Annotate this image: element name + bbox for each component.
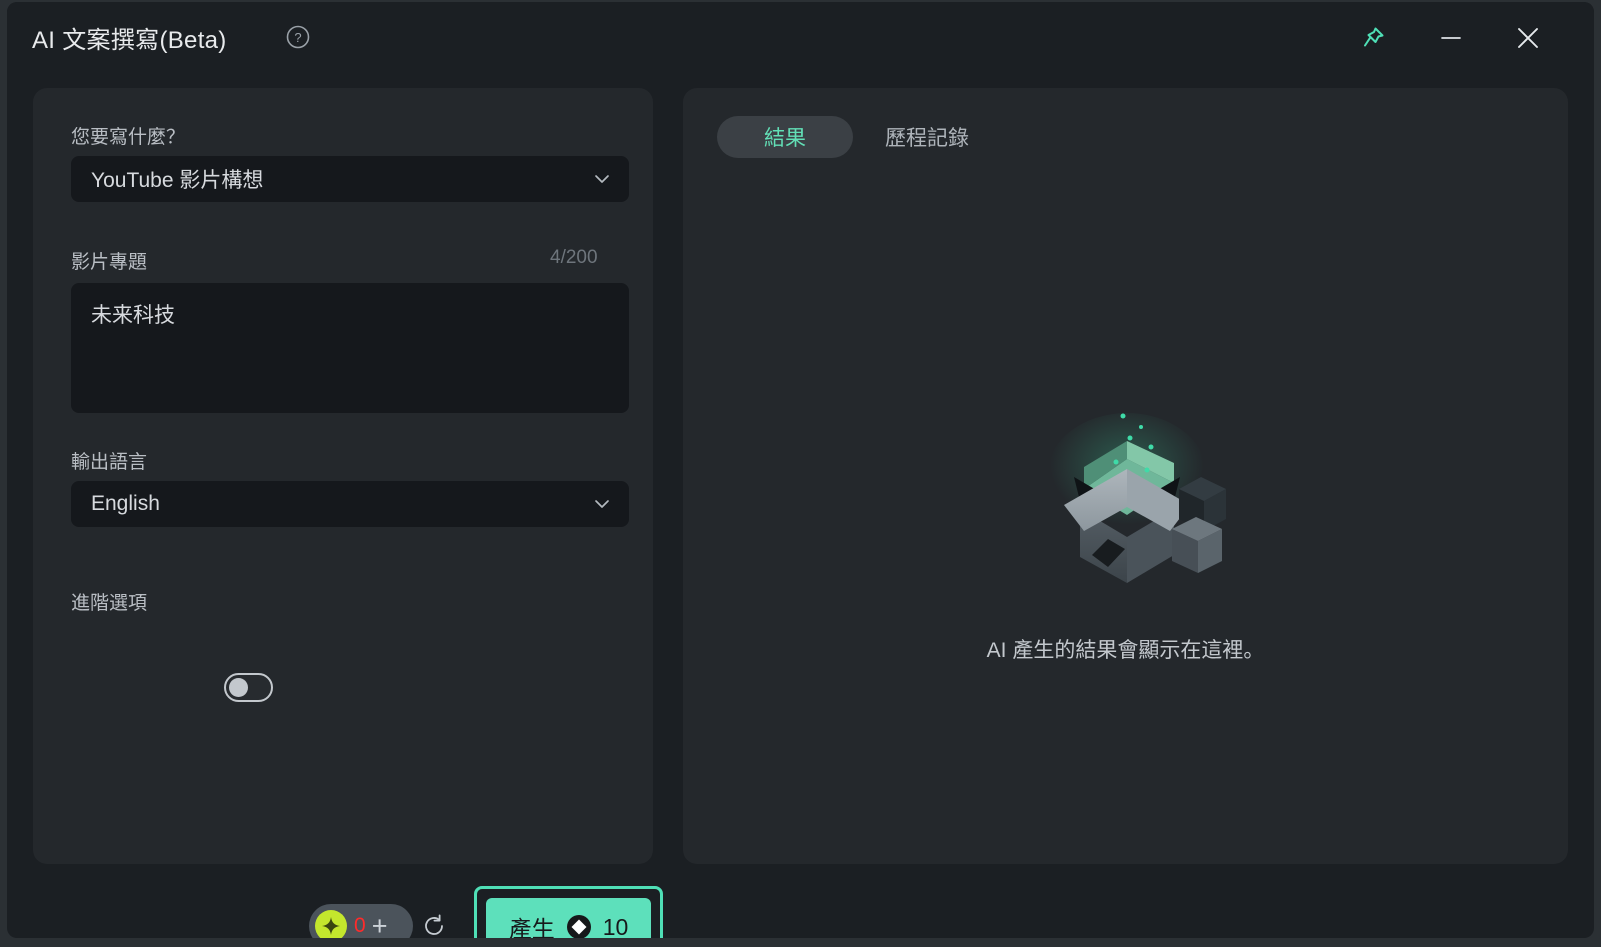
generate-button-focus-ring: 產生 10 [474,886,663,938]
open-box-sparkles-illustration [1022,397,1232,587]
prompt-type-value: YouTube 影片構想 [91,169,264,192]
results-empty-message: AI 產生的結果會顯示在這裡。 [986,639,1265,662]
prompt-type-label: 您要寫什麼？ [71,127,186,148]
output-language-label: 輸出語言 [71,452,148,473]
chevron-down-icon [593,495,611,513]
title-bar: AI 文案撰寫(Beta) ? [7,2,1594,74]
generate-button-label: 產生 [508,916,555,938]
pin-icon[interactable] [1351,16,1395,60]
credits-badge[interactable]: 0 + [309,904,413,938]
generate-button[interactable]: 產生 10 [486,898,651,938]
credits-count: 0 [354,914,366,937]
output-language-select[interactable]: English [71,481,629,527]
refresh-icon[interactable] [421,913,447,938]
output-language-value: English [91,492,160,515]
generate-button-cost: 10 [602,913,629,939]
ai-copywriting-window: AI 文案撰寫(Beta) ? 您要寫什麼？ YouTube 影片構想 影片專題… [7,2,1594,938]
sparkle-diamond-icon [315,910,347,938]
settings-panel: 您要寫什麼？ YouTube 影片構想 影片專題 4/200 未来科技 輸出語言… [33,88,663,938]
svg-text:?: ? [294,30,301,45]
add-credits-button[interactable]: + [372,912,388,938]
topic-char-counter: 4/200 [550,247,598,268]
topic-input-value: 未来科技 [91,304,175,327]
chevron-down-icon [593,170,611,188]
credit-diamond-icon [566,914,592,938]
app-window-screen: AI 文案撰寫(Beta) ? 您要寫什麼？ YouTube 影片構想 影片專題… [0,0,1601,947]
minimize-icon[interactable] [1429,16,1473,60]
tab-result-label: 結果 [764,127,806,150]
tab-history[interactable]: 歷程記錄 [867,116,987,158]
toggle-knob [229,678,248,697]
prompt-type-select[interactable]: YouTube 影片構想 [71,156,629,202]
advanced-options-label: 進階選項 [71,593,148,614]
tab-result[interactable]: 結果 [717,116,853,158]
topic-input[interactable]: 未来科技 [71,283,629,413]
close-icon[interactable] [1506,16,1550,60]
tab-history-label: 歷程記錄 [885,127,969,150]
page-title: AI 文案撰寫(Beta) [32,27,227,54]
topic-label: 影片專題 [71,252,148,273]
question-circle-icon[interactable]: ? [285,24,311,50]
advanced-options-toggle[interactable] [224,673,273,702]
